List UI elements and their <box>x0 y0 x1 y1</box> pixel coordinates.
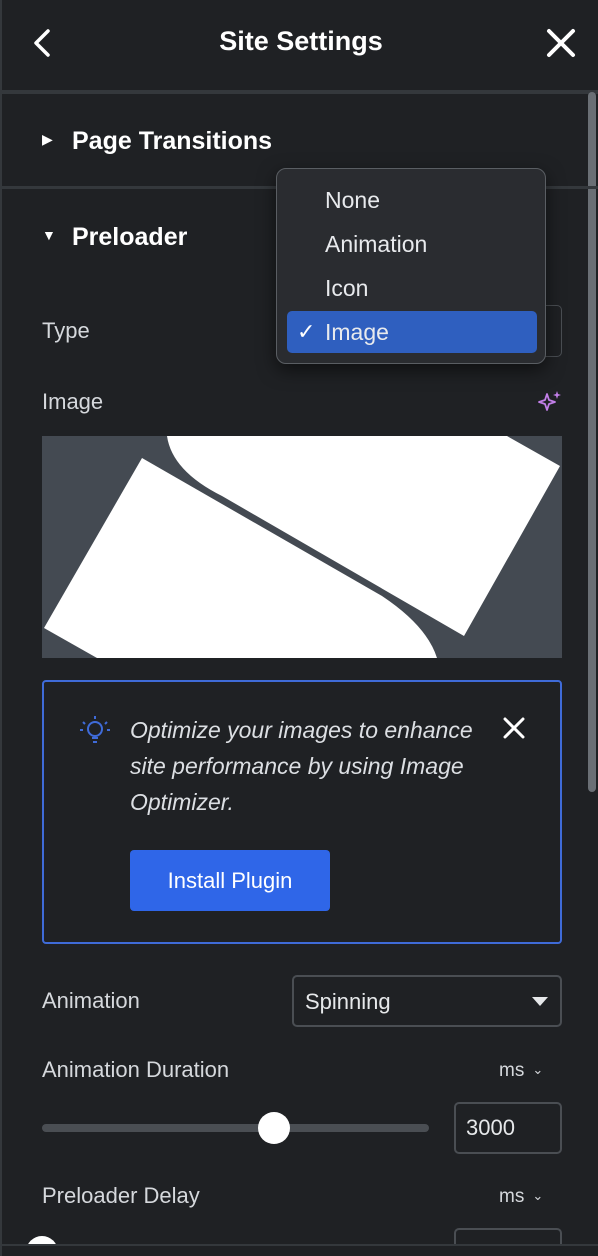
install-plugin-button[interactable]: Install Plugin <box>130 850 330 911</box>
caret-right-icon: ▶ <box>42 130 53 147</box>
panel-title: Site Settings <box>219 26 383 56</box>
section-preloader[interactable]: ▼ Preloader <box>42 223 187 252</box>
animation-duration-unit-select[interactable]: ms ⌄ <box>499 1060 543 1082</box>
caret-down-icon <box>532 997 548 1006</box>
animation-duration-slider-track[interactable] <box>42 1124 429 1132</box>
section-page-transitions[interactable]: ▶ Page Transitions <box>42 127 272 156</box>
lightbulb-icon <box>80 716 110 743</box>
image-optimizer-notice: Optimize your images to enhance site per… <box>42 680 562 944</box>
caret-down-icon: ▼ <box>42 227 56 244</box>
image-preview[interactable] <box>42 436 562 658</box>
type-option-label: Animation <box>325 231 428 257</box>
ai-sparkle-icon[interactable] <box>536 388 564 416</box>
checkmark-icon: ✓ <box>297 319 316 344</box>
animation-select-value: Spinning <box>305 989 391 1014</box>
chevron-down-icon: ⌄ <box>532 1188 544 1203</box>
type-option-label: None <box>325 187 380 213</box>
section-page-transitions-label: Page Transitions <box>72 127 273 155</box>
notice-message: Optimize your images to enhance site per… <box>130 717 473 815</box>
panel-header: Site Settings <box>2 0 598 88</box>
animation-duration-label: Animation Duration <box>42 1057 230 1082</box>
animation-select[interactable]: Spinning <box>292 975 562 1027</box>
close-icon[interactable] <box>542 24 580 62</box>
scrollbar[interactable] <box>586 92 598 792</box>
scrollbar-thumb[interactable] <box>588 92 596 792</box>
type-dropdown-menu: None Animation Icon ✓ Image <box>276 168 546 364</box>
animation-duration-input[interactable] <box>454 1102 562 1154</box>
image-label: Image <box>42 389 104 414</box>
preloader-delay-label: Preloader Delay <box>42 1183 200 1208</box>
animation-duration-unit: ms <box>499 1060 525 1081</box>
type-label: Type <box>42 318 90 343</box>
section-preloader-label: Preloader <box>72 223 188 251</box>
bottom-edge <box>2 1244 598 1256</box>
type-option-image[interactable]: ✓ Image <box>287 311 537 353</box>
type-option-icon[interactable]: Icon <box>287 267 537 309</box>
preloader-delay-unit-select[interactable]: ms ⌄ <box>499 1186 543 1208</box>
header-divider <box>2 90 598 94</box>
site-settings-panel: Site Settings ▶ Page Transitions ▼ Preload… <box>0 0 598 1256</box>
animation-label: Animation <box>42 988 140 1013</box>
dismiss-notice-icon[interactable] <box>500 714 528 742</box>
chevron-down-icon: ⌄ <box>532 1062 544 1077</box>
type-option-label: Image <box>325 319 389 345</box>
animation-duration-slider-thumb[interactable] <box>258 1112 290 1144</box>
type-option-label: Icon <box>325 275 369 301</box>
preloader-image-graphic <box>42 436 562 658</box>
preloader-delay-unit: ms <box>499 1186 525 1207</box>
type-option-animation[interactable]: Animation <box>287 223 537 265</box>
type-option-none[interactable]: None <box>287 179 537 221</box>
